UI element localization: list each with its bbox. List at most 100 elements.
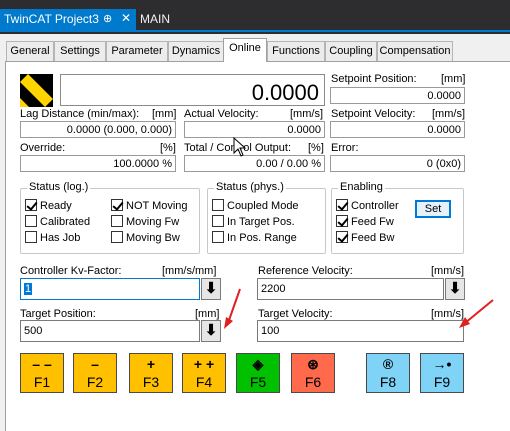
kv-factor-value: 1 (24, 283, 33, 295)
f6-button[interactable]: ⊛ F6 (291, 353, 335, 393)
ref-velocity-label: Reference Velocity: (258, 265, 353, 277)
checkbox-not-moving[interactable] (111, 199, 123, 214)
home-icon: →• (432, 356, 452, 372)
enabling-title: Enabling (338, 181, 385, 193)
checkbox-ready[interactable] (25, 199, 37, 214)
target-velocity-label: Target Velocity: (258, 308, 333, 320)
checkbox-feed-bw[interactable] (336, 231, 348, 246)
f3-label: F3 (142, 374, 160, 390)
fast-forward-icon: + + (193, 356, 215, 372)
forward-icon: + (146, 356, 156, 372)
doc-tab-twincat-project3[interactable]: TwinCAT Project3 ⊕ ✕ (0, 9, 136, 30)
checkbox-feed-fw-label: Feed Fw (351, 216, 394, 228)
setpoint-position-value: 0.0000 (330, 87, 465, 104)
kv-factor-download-button[interactable]: ⬇ (201, 278, 221, 300)
ref-velocity-unit: [mm/s] (431, 265, 464, 277)
tab-general[interactable]: General (6, 41, 54, 61)
axis-hazard-icon (20, 74, 53, 107)
checkbox-moving-fw[interactable] (111, 215, 123, 230)
tab-coupling[interactable]: Coupling (325, 41, 377, 61)
checkbox-calibrated[interactable] (25, 215, 37, 230)
f4-button[interactable]: + + F4 (182, 353, 226, 393)
tab-settings[interactable]: Settings (54, 41, 106, 61)
tab-dynamics[interactable]: Dynamics (168, 41, 224, 61)
f8-label: F8 (379, 374, 397, 390)
f1-button[interactable]: – – F1 (20, 353, 64, 393)
actual-velocity-label: Actual Velocity: (184, 108, 259, 120)
kv-factor-unit: [mm/s/mm] (162, 265, 217, 277)
tab-online[interactable]: Online (223, 38, 267, 62)
checkbox-has-job-label: Has Job (40, 232, 81, 244)
checkbox-not-moving-label: NOT Moving (126, 200, 188, 212)
setpoint-velocity-label: Setpoint Velocity: (331, 108, 416, 120)
ref-velocity-input[interactable]: 2200 (257, 278, 444, 300)
annotation-arrow-icon (224, 288, 241, 329)
fast-backward-icon: – – (32, 356, 52, 372)
mouse-cursor-icon (233, 136, 247, 160)
error-label: Error: (331, 142, 359, 154)
target-position-unit: [mm] (195, 308, 220, 320)
checkbox-moving-bw[interactable] (111, 231, 123, 246)
f2-button[interactable]: – F2 (73, 353, 117, 393)
actual-velocity-unit: [mm/s] (290, 108, 323, 120)
checkbox-controller[interactable] (336, 199, 348, 214)
override-label: Override: (20, 142, 66, 154)
checkbox-coupled-mode[interactable] (212, 199, 224, 214)
backward-icon: – (91, 356, 99, 372)
set-button[interactable]: Set (415, 200, 451, 218)
lag-distance-unit: [mm] (152, 108, 177, 120)
kv-factor-label: Controller Kv-Factor: (20, 265, 122, 277)
target-position-input[interactable]: 500 (20, 320, 200, 342)
f3-button[interactable]: + F3 (129, 353, 173, 393)
target-position-label: Target Position: (20, 308, 96, 320)
checkbox-in-pos-range[interactable] (212, 231, 224, 246)
start-icon: ◈ (252, 356, 264, 372)
status-log-title: Status (log.) (27, 181, 91, 193)
checkbox-has-job[interactable] (25, 231, 37, 246)
f9-label: F9 (433, 374, 451, 390)
reset-icon: ® (382, 356, 394, 372)
checkbox-ready-label: Ready (40, 200, 72, 212)
f9-button[interactable]: →• F9 (420, 353, 464, 393)
f5-button[interactable]: ◈ F5 (236, 353, 280, 393)
checkbox-moving-fw-label: Moving Fw (126, 216, 180, 228)
checkbox-in-pos-range-label: In Pos. Range (227, 232, 297, 244)
override-unit: [%] (160, 142, 176, 154)
status-phys-title: Status (phys.) (214, 181, 286, 193)
setpoint-velocity-unit: [mm/s] (432, 108, 465, 120)
checkbox-in-target-pos-label: In Target Pos. (227, 216, 295, 228)
f1-label: F1 (33, 374, 51, 390)
pin-icon[interactable]: ⊕ (103, 12, 112, 25)
actual-position-display: 0.0000 (60, 74, 325, 106)
kv-factor-input[interactable]: 1 (20, 278, 200, 300)
setpoint-position-unit: [mm] (441, 73, 466, 85)
target-velocity-input[interactable]: 100 (257, 320, 464, 342)
doc-tab-main[interactable]: MAIN (140, 9, 170, 30)
checkbox-moving-bw-label: Moving Bw (126, 232, 180, 244)
f4-label: F4 (195, 374, 213, 390)
doc-tab-title: TwinCAT Project3 (4, 12, 99, 26)
checkbox-controller-label: Controller (351, 200, 399, 212)
total-output-unit: [%] (308, 142, 324, 154)
error-value: 0 (0x0) (330, 155, 465, 172)
total-output-value: 0.00 / 0.00 % (184, 155, 325, 172)
checkbox-calibrated-label: Calibrated (40, 216, 91, 228)
stop-icon: ⊛ (307, 356, 319, 372)
lag-distance-label: Lag Distance (min/max): (20, 108, 140, 120)
override-value: 100.0000 % (20, 155, 176, 172)
tab-accent-line (0, 30, 510, 32)
f2-label: F2 (86, 374, 104, 390)
setpoint-velocity-value: 0.0000 (330, 121, 465, 138)
f6-label: F6 (304, 374, 322, 390)
target-position-download-button[interactable]: ⬇ (201, 320, 221, 342)
f8-button[interactable]: ® F8 (366, 353, 410, 393)
tab-parameter[interactable]: Parameter (106, 41, 168, 61)
checkbox-feed-fw[interactable] (336, 215, 348, 230)
checkbox-in-target-pos[interactable] (212, 215, 224, 230)
lag-distance-value: 0.0000 (0.000, 0.000) (20, 121, 176, 138)
tab-compensation[interactable]: Compensation (377, 41, 453, 61)
annotation-arrow-icon (459, 299, 494, 328)
actual-velocity-value: 0.0000 (184, 121, 325, 138)
tab-functions[interactable]: Functions (267, 41, 325, 61)
close-icon[interactable]: ✕ (121, 11, 131, 25)
